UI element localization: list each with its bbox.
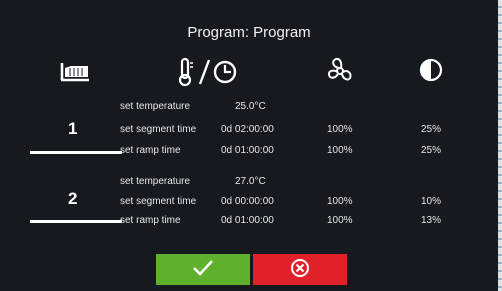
fan-value[interactable]: 100% — [327, 145, 353, 156]
segment-underline — [30, 220, 122, 223]
background-edge — [498, 0, 502, 291]
row-label: set segment time — [120, 196, 197, 207]
program-screen: Program: Program 1 set temperature 25.0°… — [0, 0, 498, 291]
segment-underline — [30, 151, 122, 154]
ramp-time-value[interactable]: 0d 01:00:00 — [221, 215, 274, 226]
fan-value[interactable]: 100% — [327, 215, 353, 226]
page-title: Program: Program — [187, 24, 311, 41]
segment-number: 1 — [68, 119, 78, 138]
fan-value[interactable]: 100% — [327, 124, 353, 135]
row-label: set segment time — [120, 124, 197, 135]
temperature-value[interactable]: 25.0°C — [235, 101, 266, 112]
temperature-value[interactable]: 27.0°C — [235, 176, 266, 187]
ramp-time-value[interactable]: 0d 01:00:00 — [221, 145, 274, 156]
row-label: set temperature — [120, 101, 191, 112]
row-label: set ramp time — [120, 215, 181, 226]
segment-number: 2 — [68, 189, 78, 208]
cancel-x-icon — [290, 258, 310, 281]
fan-icon — [327, 57, 353, 90]
segment-time-value[interactable]: 0d 00:00:00 — [221, 196, 274, 207]
check-icon — [192, 259, 214, 280]
fan-value[interactable]: 100% — [327, 196, 353, 207]
percent-value[interactable]: 13% — [421, 215, 441, 226]
temperature-time-icon — [177, 57, 243, 92]
cancel-button[interactable] — [253, 254, 347, 285]
percent-value[interactable]: 10% — [421, 196, 441, 207]
row-label: set temperature — [120, 176, 191, 187]
segment-time-value[interactable]: 0d 02:00:00 — [221, 124, 274, 135]
row-label: set ramp time — [120, 145, 181, 156]
confirm-button[interactable] — [156, 254, 250, 285]
percent-value[interactable]: 25% — [421, 124, 441, 135]
percent-value[interactable]: 25% — [421, 145, 441, 156]
contrast-icon — [419, 58, 443, 87]
ramp-icon — [60, 60, 90, 87]
